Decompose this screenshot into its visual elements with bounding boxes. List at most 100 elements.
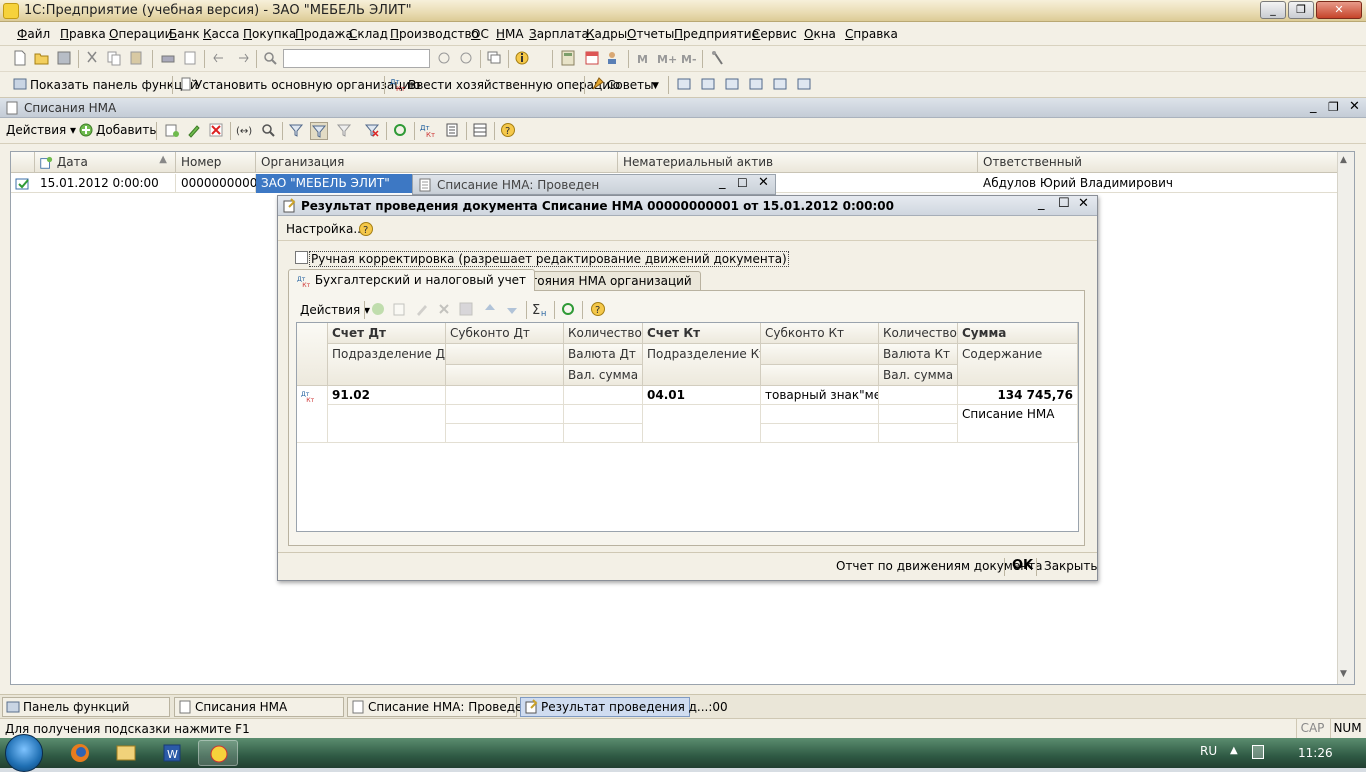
memory-minus-button[interactable]: M-: [681, 53, 697, 66]
task-functions-panel[interactable]: Панель функций: [2, 697, 170, 717]
find-icon[interactable]: [260, 122, 278, 140]
actions-menu[interactable]: Действия ▾: [6, 123, 76, 137]
tips-button[interactable]: Советы: [607, 76, 654, 94]
delete-movement-icon[interactable]: [436, 301, 452, 317]
preview-icon[interactable]: [182, 50, 200, 68]
col-header-cur-sum-dt[interactable]: Вал. сумма ...: [564, 365, 643, 386]
task-posting-result[interactable]: Результат проведения д...:00: [520, 697, 728, 717]
search-input[interactable]: [283, 49, 430, 68]
report-icon-6[interactable]: [796, 76, 814, 94]
new-icon[interactable]: [12, 50, 30, 68]
menu-edit[interactable]: Правка: [60, 27, 106, 41]
edit-movement-icon[interactable]: [414, 301, 430, 317]
move-up-icon[interactable]: [482, 301, 498, 317]
move-down-icon[interactable]: [504, 301, 520, 317]
movement-row[interactable]: ДтКт 91.02 04.01 товарный знак"ме... 134…: [297, 386, 1078, 443]
menu-windows[interactable]: Окна: [804, 27, 836, 41]
organization-icon[interactable]: [178, 76, 196, 94]
col-header-dept-dt[interactable]: Подразделение Дт: [328, 344, 446, 386]
tips-icon[interactable]: [590, 76, 608, 94]
filter-icon[interactable]: [288, 122, 306, 140]
menu-purchase[interactable]: Покупка: [243, 27, 296, 41]
tray-expand-icon[interactable]: ▲: [1230, 745, 1238, 756]
undo-icon[interactable]: [212, 50, 230, 68]
word-icon[interactable]: W: [152, 740, 192, 766]
scroll-down-icon[interactable]: ▼: [1340, 669, 1347, 679]
enter-operation-button[interactable]: Ввести хозяйственную операцию: [408, 76, 620, 94]
col-header-subconto-dt[interactable]: Субконто Дт: [446, 323, 564, 344]
doc-close-button[interactable]: ✕: [758, 175, 769, 190]
explorer-icon[interactable]: [106, 740, 146, 766]
info-icon[interactable]: [514, 50, 532, 68]
search-icon[interactable]: [262, 50, 280, 68]
firefox-icon[interactable]: [60, 740, 100, 766]
add-icon[interactable]: [78, 122, 94, 138]
col-header-sum[interactable]: Сумма: [958, 323, 1078, 344]
save-icon[interactable]: [56, 50, 74, 68]
menu-salary[interactable]: Зарплата: [529, 27, 589, 41]
close-dialog-button[interactable]: Закрыть: [1044, 559, 1097, 573]
document-window-titlebar[interactable]: Списание НМА: Проведен _ ☐ ✕: [412, 174, 776, 195]
refresh-icon[interactable]: [392, 122, 410, 140]
filter-active-icon[interactable]: [310, 122, 328, 140]
restore-button[interactable]: ❐: [1288, 1, 1314, 19]
sum-icon[interactable]: ΣH: [532, 301, 548, 317]
col-header-cur-sum-kt[interactable]: Вал. сумма ...: [879, 365, 958, 386]
journal-icon[interactable]: [444, 122, 462, 140]
ok-button[interactable]: OK: [1012, 558, 1033, 573]
doc-minimize-button[interactable]: _: [719, 175, 726, 190]
col-header-currency-dt[interactable]: Валюта Дт: [564, 344, 643, 365]
col-header-responsible[interactable]: Ответственный: [978, 152, 1338, 173]
paste-icon[interactable]: [128, 50, 146, 68]
add-movement-icon[interactable]: [370, 301, 386, 317]
1c-app-icon[interactable]: [198, 740, 238, 766]
col-header-number[interactable]: Номер: [176, 152, 256, 173]
menu-file[interactable]: Файл: [17, 27, 50, 41]
delete-icon[interactable]: [208, 122, 226, 140]
dialog-minimize-button[interactable]: _: [1038, 196, 1045, 211]
movements-help-icon[interactable]: ?: [590, 301, 606, 317]
manual-correction-label[interactable]: Ручная корректировка (разрешает редактир…: [309, 251, 789, 267]
menu-enterprise[interactable]: Предприятие: [674, 27, 759, 41]
list-settings-icon[interactable]: [472, 122, 490, 140]
vertical-scrollbar[interactable]: ▲ ▼: [1337, 152, 1354, 684]
copy-movement-icon[interactable]: [392, 301, 408, 317]
calendar-icon[interactable]: [584, 50, 602, 68]
col-header-currency-kt[interactable]: Валюта Кт: [879, 344, 958, 365]
movements-icon[interactable]: Дт Кт: [420, 122, 438, 140]
menu-os[interactable]: ОС: [471, 27, 489, 41]
menu-nma[interactable]: НМА: [496, 27, 524, 41]
dialog-maximize-button[interactable]: ☐: [1058, 196, 1070, 211]
end-edit-icon[interactable]: [458, 301, 474, 317]
memory-m-button[interactable]: M: [637, 53, 648, 66]
menu-production[interactable]: Производство: [390, 27, 479, 41]
redo-icon[interactable]: [234, 50, 252, 68]
refresh-movements-icon[interactable]: [560, 301, 576, 317]
menu-warehouse[interactable]: Склад: [349, 27, 388, 41]
close-button[interactable]: ✕: [1316, 1, 1362, 19]
dialog-close-button[interactable]: ✕: [1078, 196, 1089, 211]
windows-icon[interactable]: [486, 50, 504, 68]
col-header-subconto-kt[interactable]: Субконто Кт: [761, 323, 879, 344]
list-restore-button[interactable]: ❐: [1328, 100, 1339, 114]
edit-icon[interactable]: [186, 122, 204, 140]
report-icon-1[interactable]: [676, 76, 694, 94]
tray-app-icon[interactable]: [1252, 745, 1264, 759]
col-header-kt-account[interactable]: Счет Кт: [643, 323, 761, 344]
menu-cash[interactable]: Касса: [203, 27, 239, 41]
col-header-dept-kt[interactable]: Подразделение Кт: [643, 344, 761, 386]
print-icon[interactable]: [160, 50, 178, 68]
dialog-help-icon[interactable]: ?: [358, 221, 374, 237]
find-prev-icon[interactable]: [458, 50, 476, 68]
cut-icon[interactable]: [84, 50, 102, 68]
find-next-icon[interactable]: [436, 50, 454, 68]
settings-button[interactable]: Настройка...: [286, 222, 365, 236]
list-minimize-button[interactable]: _: [1310, 99, 1317, 114]
task-nma-writeoffs[interactable]: Списания НМА: [174, 697, 344, 717]
menu-bank[interactable]: Банк: [169, 27, 200, 41]
col-header-qty-dt[interactable]: Количество ...: [564, 323, 643, 344]
tips-dropdown-icon[interactable]: ▼: [652, 81, 659, 91]
col-header-asset[interactable]: Нематериальный актив: [618, 152, 978, 173]
task-writeoff-posted[interactable]: Списание НМА: Проведен: [347, 697, 530, 717]
scroll-up-icon[interactable]: ▲: [1340, 155, 1347, 165]
